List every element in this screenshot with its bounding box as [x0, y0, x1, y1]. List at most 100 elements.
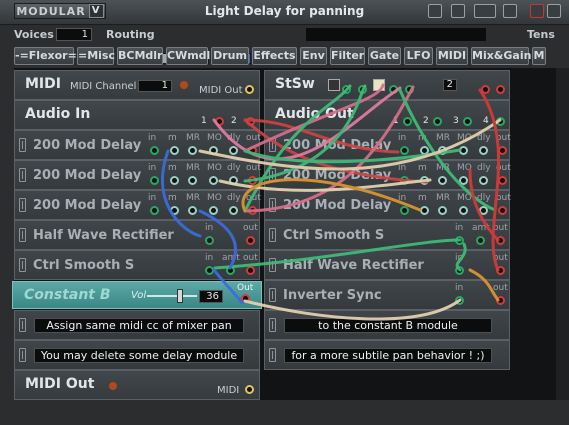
stsw-value[interactable]: 2	[443, 79, 457, 91]
ctrl-smooth-amt-port[interactable]	[476, 236, 485, 245]
delay-mo-port[interactable]	[209, 206, 218, 215]
delay-dly-port[interactable]	[229, 176, 238, 185]
constant-b-module[interactable]: Constant B Vol 36 Out	[12, 281, 262, 309]
delay-m-port[interactable]	[420, 146, 429, 155]
delay-mo-port[interactable]	[459, 146, 468, 155]
delay-mr-port[interactable]	[438, 206, 447, 215]
drag-handle-icon[interactable]	[269, 228, 276, 242]
delay-in-port[interactable]	[150, 206, 159, 215]
delay-in-port[interactable]	[150, 146, 159, 155]
delay-out-port[interactable]	[248, 206, 257, 215]
menu-button[interactable]: Drum	[211, 47, 249, 65]
new-file-icon[interactable]	[428, 4, 442, 18]
stsw-toggle-1[interactable]	[328, 79, 340, 91]
stsw-in-port-2[interactable]	[358, 85, 367, 94]
text-note-left-1[interactable]: Assign same midi cc of mixer pan	[14, 310, 260, 340]
audio-in-port2[interactable]	[246, 117, 255, 126]
half-wave-rectifier-left[interactable]: Half Wave Rectifier in out	[14, 220, 260, 250]
inverter-sync-module[interactable]: Inverter Sync in out	[264, 280, 510, 310]
delay-mr-port[interactable]	[188, 206, 197, 215]
drag-handle-icon[interactable]	[269, 258, 276, 272]
stsw-in-port-4[interactable]	[405, 85, 414, 94]
audio-out-port1[interactable]	[403, 117, 412, 126]
menu-button[interactable]: BCMdlr	[117, 47, 163, 65]
delay-in-port[interactable]	[150, 176, 159, 185]
menu-button[interactable]: Filter	[330, 47, 365, 65]
menu-button[interactable]: -=Flexor=-	[14, 47, 81, 65]
audio-out-port3[interactable]	[463, 117, 472, 126]
keyboard-icon[interactable]	[474, 4, 496, 18]
drag-handle-icon[interactable]	[19, 168, 26, 182]
delay-in-port[interactable]	[400, 146, 409, 155]
half-wave-out-port[interactable]	[246, 236, 255, 245]
midi-in-port[interactable]	[245, 385, 254, 394]
menu-button[interactable]: MIDI	[436, 47, 468, 65]
delay-m-port[interactable]	[170, 146, 179, 155]
delay-m-port[interactable]	[170, 206, 179, 215]
close-icon[interactable]	[530, 4, 544, 18]
menu-button[interactable]: M	[532, 47, 546, 65]
menu-button[interactable]: Effects	[252, 47, 297, 65]
drag-handle-icon[interactable]	[19, 318, 26, 332]
midi-module[interactable]: MIDI MIDI Channel 1 MIDI Out	[14, 70, 260, 100]
delay-mr-port[interactable]	[188, 176, 197, 185]
layers-icon[interactable]	[503, 4, 517, 18]
constant-b-out-port[interactable]	[241, 294, 250, 303]
constant-b-value[interactable]: 36	[199, 290, 223, 303]
delay-m-port[interactable]	[420, 176, 429, 185]
ctrl-smooth-in-port[interactable]	[205, 266, 214, 275]
delay-m-port[interactable]	[420, 206, 429, 215]
ctrl-smooth-in-port[interactable]	[455, 236, 464, 245]
mod-delay-module[interactable]: 200 Mod Delay in m MR MO dly out	[14, 190, 261, 220]
stsw-toggle-2[interactable]	[373, 79, 385, 91]
audio-in-module[interactable]: Audio In 1 2	[14, 100, 260, 130]
restore-icon[interactable]	[547, 4, 561, 18]
delay-dly-port[interactable]	[229, 206, 238, 215]
drag-handle-icon[interactable]	[19, 138, 26, 152]
text-note-left-2[interactable]: You may delete some delay module	[14, 340, 260, 370]
drag-handle-icon[interactable]	[269, 288, 276, 302]
delay-out-port[interactable]	[498, 146, 507, 155]
delay-mr-port[interactable]	[438, 176, 447, 185]
inverter-in-port[interactable]	[455, 296, 464, 305]
audio-out-module[interactable]: Audio Out 1 2 3 4	[264, 100, 510, 130]
delay-mo-port[interactable]	[209, 146, 218, 155]
drag-handle-icon[interactable]	[19, 258, 26, 272]
half-wave-out-port[interactable]	[496, 266, 505, 275]
note-text[interactable]: to the constant B module	[284, 318, 492, 333]
vertical-scrollbar[interactable]	[556, 68, 569, 400]
stereo-switch-module[interactable]: StSw 2	[264, 70, 510, 100]
delay-dly-port[interactable]	[479, 176, 488, 185]
mod-delay-module[interactable]: 200 Mod Delay in m MR MO dly out	[264, 160, 511, 190]
delay-in-port[interactable]	[400, 206, 409, 215]
drag-handle-icon[interactable]	[269, 198, 276, 212]
delay-out-port[interactable]	[248, 146, 257, 155]
delay-dly-port[interactable]	[479, 206, 488, 215]
delay-m-port[interactable]	[170, 176, 179, 185]
menu-button[interactable]: =Misc	[77, 47, 115, 65]
inverter-out-port[interactable]	[496, 296, 505, 305]
half-wave-rectifier-right[interactable]: Half Wave Rectifier in out	[264, 250, 510, 280]
drag-handle-icon[interactable]	[269, 318, 276, 332]
note-text[interactable]: Assign same midi cc of mixer pan	[34, 318, 244, 333]
drag-handle-icon[interactable]	[19, 198, 26, 212]
midi-out-port[interactable]	[245, 85, 254, 94]
mod-delay-module[interactable]: 200 Mod Delay in m MR MO dly out	[14, 130, 261, 160]
delay-in-port[interactable]	[400, 176, 409, 185]
midi-channel-input[interactable]: 1	[138, 80, 172, 92]
drag-handle-icon[interactable]	[269, 168, 276, 182]
stsw-out-port-2[interactable]	[496, 85, 505, 94]
delay-mo-port[interactable]	[459, 206, 468, 215]
drag-handle-icon[interactable]	[269, 138, 276, 152]
volume-slider-handle[interactable]	[177, 289, 183, 303]
text-note-right-1[interactable]: to the constant B module	[264, 310, 510, 340]
audio-out-port2[interactable]	[433, 117, 442, 126]
ctrl-smooth-out-port[interactable]	[496, 236, 505, 245]
audio-out-port4[interactable]	[496, 117, 505, 126]
delay-mo-port[interactable]	[209, 176, 218, 185]
delay-out-port[interactable]	[498, 176, 507, 185]
stsw-in-port-1[interactable]	[342, 85, 351, 94]
volume-slider-track[interactable]	[147, 295, 197, 297]
voices-input[interactable]: 1	[56, 28, 92, 41]
delay-mr-port[interactable]	[188, 146, 197, 155]
